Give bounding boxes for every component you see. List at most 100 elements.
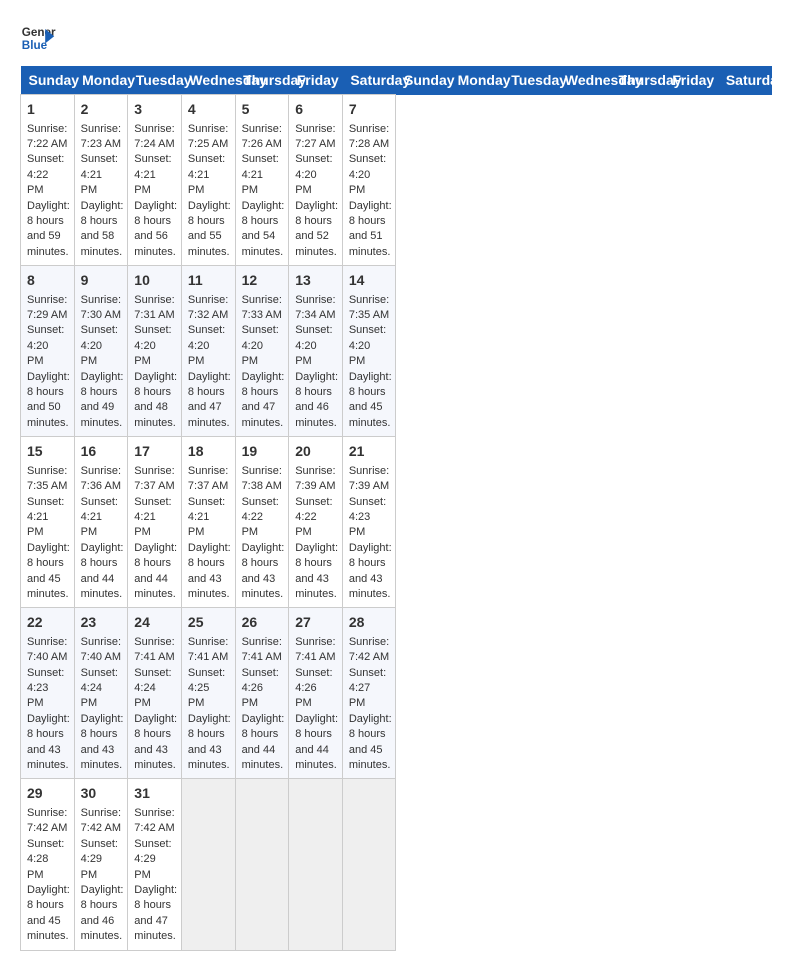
calendar-cell: 4Sunrise: 7:25 AMSunset: 4:21 PMDaylight… bbox=[181, 95, 235, 266]
daylight: Daylight: 8 hours and 46 minutes. bbox=[295, 371, 338, 429]
calendar-cell: 20Sunrise: 7:39 AMSunset: 4:22 PMDayligh… bbox=[289, 437, 343, 608]
sunset: Sunset: 4:29 PM bbox=[81, 838, 118, 881]
day-number: 15 bbox=[27, 442, 68, 462]
sunset: Sunset: 4:21 PM bbox=[81, 153, 118, 196]
calendar-cell: 7Sunrise: 7:28 AMSunset: 4:20 PMDaylight… bbox=[342, 95, 396, 266]
day-header-thursday: Thursday bbox=[611, 66, 665, 95]
day-number: 13 bbox=[295, 271, 336, 291]
day-number: 14 bbox=[349, 271, 390, 291]
daylight: Daylight: 8 hours and 46 minutes. bbox=[81, 884, 124, 942]
sunset: Sunset: 4:20 PM bbox=[349, 324, 386, 367]
calendar-week-3: 15Sunrise: 7:35 AMSunset: 4:21 PMDayligh… bbox=[21, 437, 772, 608]
day-number: 26 bbox=[242, 613, 283, 633]
calendar-cell bbox=[181, 779, 235, 950]
day-number: 21 bbox=[349, 442, 390, 462]
day-number: 24 bbox=[134, 613, 175, 633]
day-number: 25 bbox=[188, 613, 229, 633]
day-header-wednesday: Wednesday bbox=[181, 66, 235, 95]
daylight: Daylight: 8 hours and 44 minutes. bbox=[134, 542, 177, 600]
sunset: Sunset: 4:22 PM bbox=[27, 153, 64, 196]
calendar-cell: 5Sunrise: 7:26 AMSunset: 4:21 PMDaylight… bbox=[235, 95, 289, 266]
day-number: 9 bbox=[81, 271, 122, 291]
daylight: Daylight: 8 hours and 43 minutes. bbox=[188, 713, 231, 771]
daylight: Daylight: 8 hours and 49 minutes. bbox=[81, 371, 124, 429]
calendar-cell: 13Sunrise: 7:34 AMSunset: 4:20 PMDayligh… bbox=[289, 266, 343, 437]
day-number: 22 bbox=[27, 613, 68, 633]
sunrise: Sunrise: 7:22 AM bbox=[27, 123, 67, 150]
daylight: Daylight: 8 hours and 50 minutes. bbox=[27, 371, 70, 429]
day-header-monday: Monday bbox=[450, 66, 504, 95]
sunrise: Sunrise: 7:30 AM bbox=[81, 294, 121, 321]
day-number: 2 bbox=[81, 100, 122, 120]
calendar-cell: 27Sunrise: 7:41 AMSunset: 4:26 PMDayligh… bbox=[289, 608, 343, 779]
calendar-cell: 14 Sunrise: 7:35 AM Sunset: 4:20 PM Dayligh… bbox=[342, 266, 396, 437]
sunrise: Sunrise: 7:27 AM bbox=[295, 123, 335, 150]
page-header: General Blue bbox=[20, 20, 772, 56]
day-number: 27 bbox=[295, 613, 336, 633]
daylight: Daylight: 8 hours and 45 minutes. bbox=[349, 371, 392, 429]
calendar-cell: 9Sunrise: 7:30 AMSunset: 4:20 PMDaylight… bbox=[74, 266, 128, 437]
day-number: 7 bbox=[349, 100, 390, 120]
day-number: 5 bbox=[242, 100, 283, 120]
sunrise: Sunrise: 7:35 AM bbox=[349, 294, 389, 321]
daylight: Daylight: 8 hours and 47 minutes. bbox=[242, 371, 285, 429]
sunset: Sunset: 4:20 PM bbox=[242, 324, 279, 367]
sunrise: Sunrise: 7:36 AM bbox=[81, 465, 121, 492]
day-number: 10 bbox=[134, 271, 175, 291]
day-number: 12 bbox=[242, 271, 283, 291]
day-header-saturday: Saturday bbox=[718, 66, 772, 95]
day-header-wednesday: Wednesday bbox=[557, 66, 611, 95]
day-header-thursday: Thursday bbox=[235, 66, 289, 95]
calendar-cell: 21 Sunrise: 7:39 AM Sunset: 4:23 PMDayligh… bbox=[342, 437, 396, 608]
day-number: 29 bbox=[27, 784, 68, 804]
sunset: Sunset: 4:21 PM bbox=[27, 496, 64, 539]
sunset: Sunset: 4:23 PM bbox=[349, 496, 386, 539]
day-header-friday: Friday bbox=[289, 66, 343, 95]
calendar-cell: 12Sunrise: 7:33 AMSunset: 4:20 PMDayligh… bbox=[235, 266, 289, 437]
sunrise: Sunrise: 7:23 AM bbox=[81, 123, 121, 150]
daylight: Daylight: 8 hours and 43 minutes. bbox=[349, 542, 392, 600]
calendar-week-2: 8Sunrise: 7:29 AMSunset: 4:20 PMDaylight… bbox=[21, 266, 772, 437]
calendar-cell: 8Sunrise: 7:29 AMSunset: 4:20 PMDaylight… bbox=[21, 266, 75, 437]
sunset: Sunset: 4:21 PM bbox=[81, 496, 118, 539]
daylight: Daylight: 8 hours and 55 minutes. bbox=[188, 200, 231, 258]
calendar-cell: 16 Sunrise: 7:36 AM Sunset: 4:21 PMDayligh… bbox=[74, 437, 128, 608]
sunset: Sunset: 4:21 PM bbox=[188, 153, 225, 196]
calendar-cell: 10Sunrise: 7:31 AMSunset: 4:20 PMDayligh… bbox=[128, 266, 182, 437]
sunrise: Sunrise: 7:38 AM bbox=[242, 465, 282, 492]
calendar-cell: 6Sunrise: 7:27 AMSunset: 4:20 PMDaylight… bbox=[289, 95, 343, 266]
day-number: 8 bbox=[27, 271, 68, 291]
sunset: Sunset: 4:21 PM bbox=[242, 153, 279, 196]
calendar-cell: 3Sunrise: 7:24 AMSunset: 4:21 PMDaylight… bbox=[128, 95, 182, 266]
daylight: Daylight: 8 hours and 43 minutes. bbox=[27, 713, 70, 771]
daylight: Daylight: 8 hours and 59 minutes. bbox=[27, 200, 70, 258]
calendar-cell: 23Sunrise: 7:40 AMSunset: 4:24 PMDayligh… bbox=[74, 608, 128, 779]
sunset: Sunset: 4:21 PM bbox=[188, 496, 225, 539]
daylight: Daylight: 8 hours and 44 minutes. bbox=[81, 542, 124, 600]
sunset: Sunset: 4:20 PM bbox=[188, 324, 225, 367]
calendar-cell: 17Sunrise: 7:37 AMSunset: 4:21 PMDayligh… bbox=[128, 437, 182, 608]
day-number: 20 bbox=[295, 442, 336, 462]
sunrise: Sunrise: 7:42 AM bbox=[81, 807, 121, 834]
sunset: Sunset: 4:24 PM bbox=[81, 667, 118, 710]
daylight: Daylight: 8 hours and 58 minutes. bbox=[81, 200, 124, 258]
sunrise: Sunrise: 7:26 AM bbox=[242, 123, 282, 150]
sunset: Sunset: 4:24 PM bbox=[134, 667, 171, 710]
sunrise: Sunrise: 7:32 AM bbox=[188, 294, 228, 321]
calendar-cell bbox=[289, 779, 343, 950]
day-header-saturday: Saturday bbox=[342, 66, 396, 95]
day-number: 3 bbox=[134, 100, 175, 120]
calendar-cell: 15Sunrise: 7:35 AMSunset: 4:21 PMDayligh… bbox=[21, 437, 75, 608]
day-number: 16 bbox=[81, 442, 122, 462]
sunrise: Sunrise: 7:42 AM bbox=[134, 807, 174, 834]
sunset: Sunset: 4:26 PM bbox=[295, 667, 332, 710]
daylight: Daylight: 8 hours and 45 minutes. bbox=[349, 713, 392, 771]
daylight: Daylight: 8 hours and 56 minutes. bbox=[134, 200, 177, 258]
sunrise: Sunrise: 7:39 AM bbox=[349, 465, 389, 492]
day-number: 18 bbox=[188, 442, 229, 462]
sunset: Sunset: 4:21 PM bbox=[134, 153, 171, 196]
sunset: Sunset: 4:27 PM bbox=[349, 667, 386, 710]
calendar-cell: 11Sunrise: 7:32 AMSunset: 4:20 PMDayligh… bbox=[181, 266, 235, 437]
calendar-cell: 29Sunrise: 7:42 AMSunset: 4:28 PMDayligh… bbox=[21, 779, 75, 950]
sunrise: Sunrise: 7:40 AM bbox=[27, 636, 67, 663]
